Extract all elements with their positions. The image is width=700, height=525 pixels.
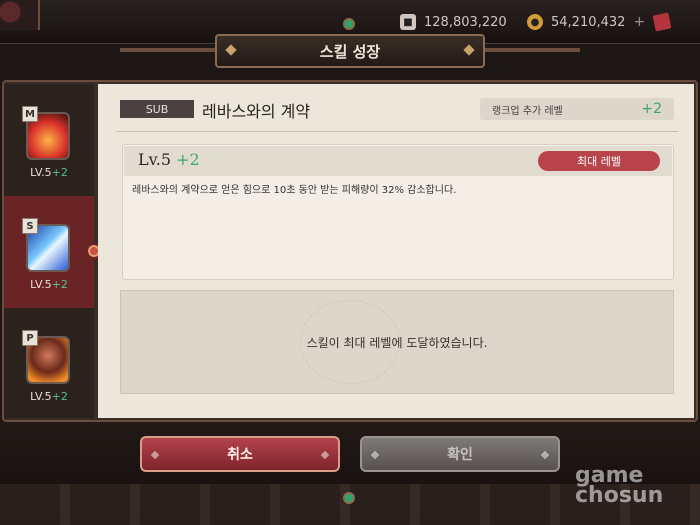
page-title: 스킬 성장: [215, 34, 485, 68]
menu-corner-icon[interactable]: [0, 0, 40, 30]
stamina-icon: ■: [400, 14, 416, 30]
title-wing-right: [485, 48, 580, 52]
skill-type-badge: P: [22, 330, 38, 346]
gold-currency: ● 54,210,432 +: [527, 10, 645, 34]
level-bonus: +2: [176, 150, 200, 169]
skill-level: LV.5: [30, 278, 52, 291]
watermark-logo: game chosun: [575, 465, 664, 508]
skill-description: 레바스와의 계약으로 얻은 힘으로 10초 동안 받는 피해량이 32% 감소합…: [132, 185, 457, 196]
skill-type-badge: S: [22, 218, 38, 234]
seal-watermark-icon: [300, 300, 400, 384]
title-wing-left: [120, 48, 215, 52]
skill-slot-p[interactable]: P LV.5+2: [4, 308, 94, 420]
rankup-value: +2: [641, 101, 662, 117]
rankup-label: 랭크업 추가 레벨: [492, 105, 563, 117]
level-value: Lv.5: [138, 150, 172, 169]
skill-level-label: LV.5+2: [4, 278, 94, 291]
skill-type-badge: M: [22, 106, 38, 122]
stamina-currency: ■ 128,803,220: [400, 10, 507, 34]
skill-sidebar: M LV.5+2 S LV.5+2 P LV.5+2: [4, 84, 94, 418]
gem-ornament-icon: [343, 18, 355, 30]
skill-level-bonus: +2: [51, 166, 68, 179]
watermark-line2: chosun: [575, 483, 664, 508]
gold-coin-icon: ●: [527, 14, 543, 30]
skill-name: 레바스와의 계약: [202, 102, 311, 121]
level-text: Lv.5 +2: [138, 150, 200, 169]
rankup-bonus-box: 랭크업 추가 레벨 +2: [480, 98, 674, 120]
cancel-button[interactable]: 취소: [140, 436, 340, 472]
skill-slot-s[interactable]: S LV.5+2: [4, 196, 94, 308]
ticket-icon[interactable]: [652, 12, 672, 32]
sub-badge: SUB: [120, 100, 194, 118]
page-title-text: 스킬 성장: [319, 42, 381, 61]
gold-value: 54,210,432: [551, 14, 626, 30]
skill-level: LV.5: [30, 166, 52, 179]
skill-level-label: LV.5+2: [4, 166, 94, 179]
skill-level-bonus: +2: [51, 278, 68, 291]
skill-level: LV.5: [30, 390, 52, 403]
max-level-pill: 최대 레벨: [538, 151, 660, 171]
gem-ornament-icon: [343, 492, 355, 504]
divider: [116, 131, 678, 132]
stamina-value: 128,803,220: [424, 14, 507, 30]
confirm-button[interactable]: 확인: [360, 436, 560, 472]
add-gold-button[interactable]: +: [633, 14, 645, 30]
skill-slot-m[interactable]: M LV.5+2: [4, 84, 94, 196]
skill-level-label: LV.5+2: [4, 390, 94, 403]
skill-level-bonus: +2: [51, 390, 68, 403]
